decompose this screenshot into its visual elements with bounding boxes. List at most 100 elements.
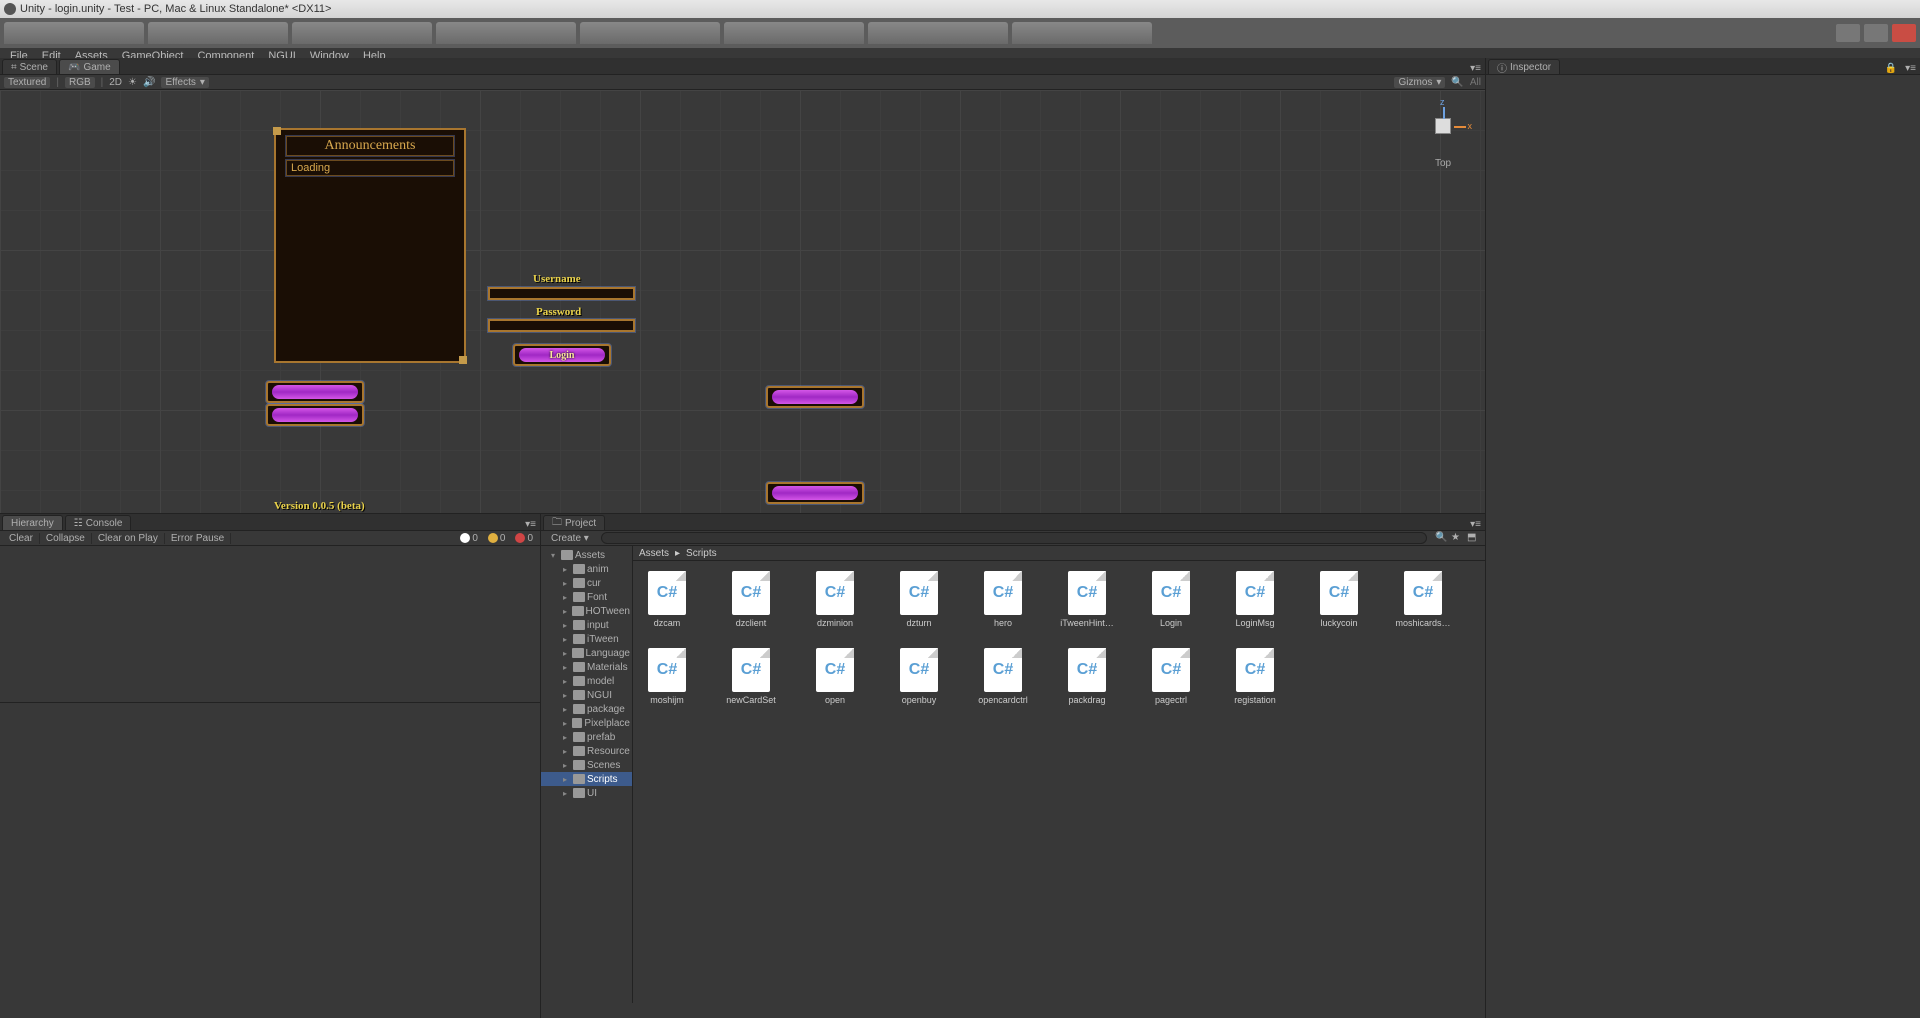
error-count[interactable]: 0 xyxy=(511,533,537,544)
tree-item[interactable]: ▸Scenes xyxy=(541,758,632,772)
panel-menu[interactable]: ▾≡ xyxy=(1466,519,1485,530)
project-search[interactable] xyxy=(601,532,1427,544)
file-item[interactable]: C#open xyxy=(809,648,861,705)
console-icon: ☷ xyxy=(74,518,83,529)
outer-tab[interactable] xyxy=(868,22,1008,44)
game-button-2[interactable] xyxy=(266,404,364,426)
password-input[interactable] xyxy=(488,319,635,332)
file-item[interactable]: C#hero xyxy=(977,571,1029,628)
2d-toggle[interactable]: 2D xyxy=(109,77,122,88)
panel-menu[interactable]: ▾≡ xyxy=(1466,63,1485,74)
tree-item[interactable]: ▸Font xyxy=(541,590,632,604)
folder-icon: 🗀 xyxy=(552,515,562,532)
login-button[interactable]: Login xyxy=(513,344,611,366)
project-files: C#dzcam C#dzclient C#dzminion C#dzturn C#her… xyxy=(633,561,1485,1003)
panel-menu[interactable]: ▾≡ xyxy=(1901,63,1920,74)
outer-tab[interactable] xyxy=(436,22,576,44)
file-item[interactable]: C#pagectrl xyxy=(1145,648,1197,705)
favorite-icon[interactable]: ★ xyxy=(1451,532,1465,544)
game-button-3[interactable] xyxy=(766,386,864,408)
close-button[interactable] xyxy=(1892,24,1916,42)
scene-search[interactable]: All xyxy=(1470,77,1481,88)
file-item[interactable]: C#opencardctrl xyxy=(977,648,1029,705)
outer-tab[interactable] xyxy=(1012,22,1152,44)
outer-tab[interactable] xyxy=(4,22,144,44)
scene-view[interactable]: Announcements Loading Username Password … xyxy=(0,90,1485,513)
create-dropdown[interactable]: Create ▾ xyxy=(545,533,595,544)
collapse-toggle[interactable]: Collapse xyxy=(40,533,92,544)
tree-item[interactable]: ▸Scripts xyxy=(541,772,632,786)
file-item[interactable]: C#dzcam xyxy=(641,571,693,628)
info-icon: ⓘ xyxy=(1497,60,1507,75)
rendermode-dropdown[interactable]: RGB xyxy=(65,77,95,88)
tree-item[interactable]: ▸Resource xyxy=(541,744,632,758)
filter-icon[interactable]: 🔍 xyxy=(1435,532,1449,544)
console-messages xyxy=(0,546,540,702)
console-panel: Hierarchy ☷Console ▾≡ Clear Collapse Cle… xyxy=(0,513,540,1018)
tree-item[interactable]: ▸input xyxy=(541,618,632,632)
file-item[interactable]: C#dzclient xyxy=(725,571,777,628)
file-item[interactable]: C#dzminion xyxy=(809,571,861,628)
file-item[interactable]: C#newCardSet xyxy=(725,648,777,705)
outer-tab[interactable] xyxy=(580,22,720,44)
file-item[interactable]: C#registation xyxy=(1229,648,1281,705)
tree-item[interactable]: ▸anim xyxy=(541,562,632,576)
tree-item[interactable]: ▸cur xyxy=(541,576,632,590)
file-item[interactable]: C#LoginMsg xyxy=(1229,571,1281,628)
tree-root[interactable]: ▾Assets xyxy=(541,548,632,562)
file-item[interactable]: C#dzturn xyxy=(893,571,945,628)
file-item[interactable]: C#iTweenHint… xyxy=(1061,571,1113,628)
clear-on-play-toggle[interactable]: Clear on Play xyxy=(92,533,165,544)
username-label: Username xyxy=(533,273,581,285)
breadcrumb-item[interactable]: Scripts xyxy=(686,548,717,559)
file-item[interactable]: C#openbuy xyxy=(893,648,945,705)
file-item[interactable]: C#moshicards… xyxy=(1397,571,1449,628)
save-search-icon[interactable]: ⬒ xyxy=(1467,532,1481,544)
tab-game[interactable]: 🎮Game xyxy=(59,59,120,74)
outer-tabstrip xyxy=(0,18,1920,48)
file-item[interactable]: C#Login xyxy=(1145,571,1197,628)
tree-item[interactable]: ▸Language xyxy=(541,646,632,660)
error-pause-toggle[interactable]: Error Pause xyxy=(165,533,231,544)
tree-item[interactable]: ▸Pixelplace xyxy=(541,716,632,730)
warn-count[interactable]: 0 xyxy=(484,533,510,544)
game-button-1[interactable] xyxy=(266,381,364,403)
light-toggle[interactable]: ☀ xyxy=(128,77,137,88)
panel-menu[interactable]: ▾≡ xyxy=(521,519,540,530)
tree-item[interactable]: ▸prefab xyxy=(541,730,632,744)
outer-tab[interactable] xyxy=(724,22,864,44)
maximize-button[interactable] xyxy=(1864,24,1888,42)
outer-tab[interactable] xyxy=(148,22,288,44)
tab-console[interactable]: ☷Console xyxy=(65,515,132,530)
tab-inspector[interactable]: ⓘInspector xyxy=(1488,59,1560,74)
tree-item[interactable]: ▸package xyxy=(541,702,632,716)
outer-tab[interactable] xyxy=(292,22,432,44)
info-count[interactable]: 0 xyxy=(456,533,482,544)
tab-scene[interactable]: ⌗Scene xyxy=(2,59,57,74)
username-input[interactable] xyxy=(488,287,635,300)
tree-item[interactable]: ▸NGUI xyxy=(541,688,632,702)
lock-icon[interactable]: 🔒 xyxy=(1881,63,1901,74)
clear-button[interactable]: Clear xyxy=(3,533,40,544)
audio-toggle[interactable]: 🔊 xyxy=(143,77,155,88)
orientation-gizmo[interactable]: z x Top xyxy=(1413,98,1473,176)
file-item[interactable]: C#luckycoin xyxy=(1313,571,1365,628)
shading-dropdown[interactable]: Textured xyxy=(4,77,50,88)
game-button-4[interactable] xyxy=(766,482,864,504)
tree-item[interactable]: ▸Materials xyxy=(541,660,632,674)
tab-hierarchy[interactable]: Hierarchy xyxy=(2,515,63,530)
tree-item[interactable]: ▸model xyxy=(541,674,632,688)
tree-item[interactable]: ▸iTween xyxy=(541,632,632,646)
tab-project[interactable]: 🗀Project xyxy=(543,515,605,530)
tree-item[interactable]: ▸UI xyxy=(541,786,632,800)
inspector-panel: ⓘInspector 🔒 ▾≡ xyxy=(1485,58,1920,1018)
announcements-title: Announcements xyxy=(286,136,454,156)
file-item[interactable]: C#moshijm xyxy=(641,648,693,705)
project-tree[interactable]: ▾Assets ▸anim▸cur▸Font▸HOTween▸input▸iTw… xyxy=(541,546,633,1003)
breadcrumb-item[interactable]: Assets xyxy=(639,548,669,559)
tree-item[interactable]: ▸HOTween xyxy=(541,604,632,618)
effects-dropdown[interactable]: Effects ▾ xyxy=(161,77,208,88)
file-item[interactable]: C#packdrag xyxy=(1061,648,1113,705)
minimize-button[interactable] xyxy=(1836,24,1860,42)
gizmos-dropdown[interactable]: Gizmos ▾ xyxy=(1394,77,1445,88)
